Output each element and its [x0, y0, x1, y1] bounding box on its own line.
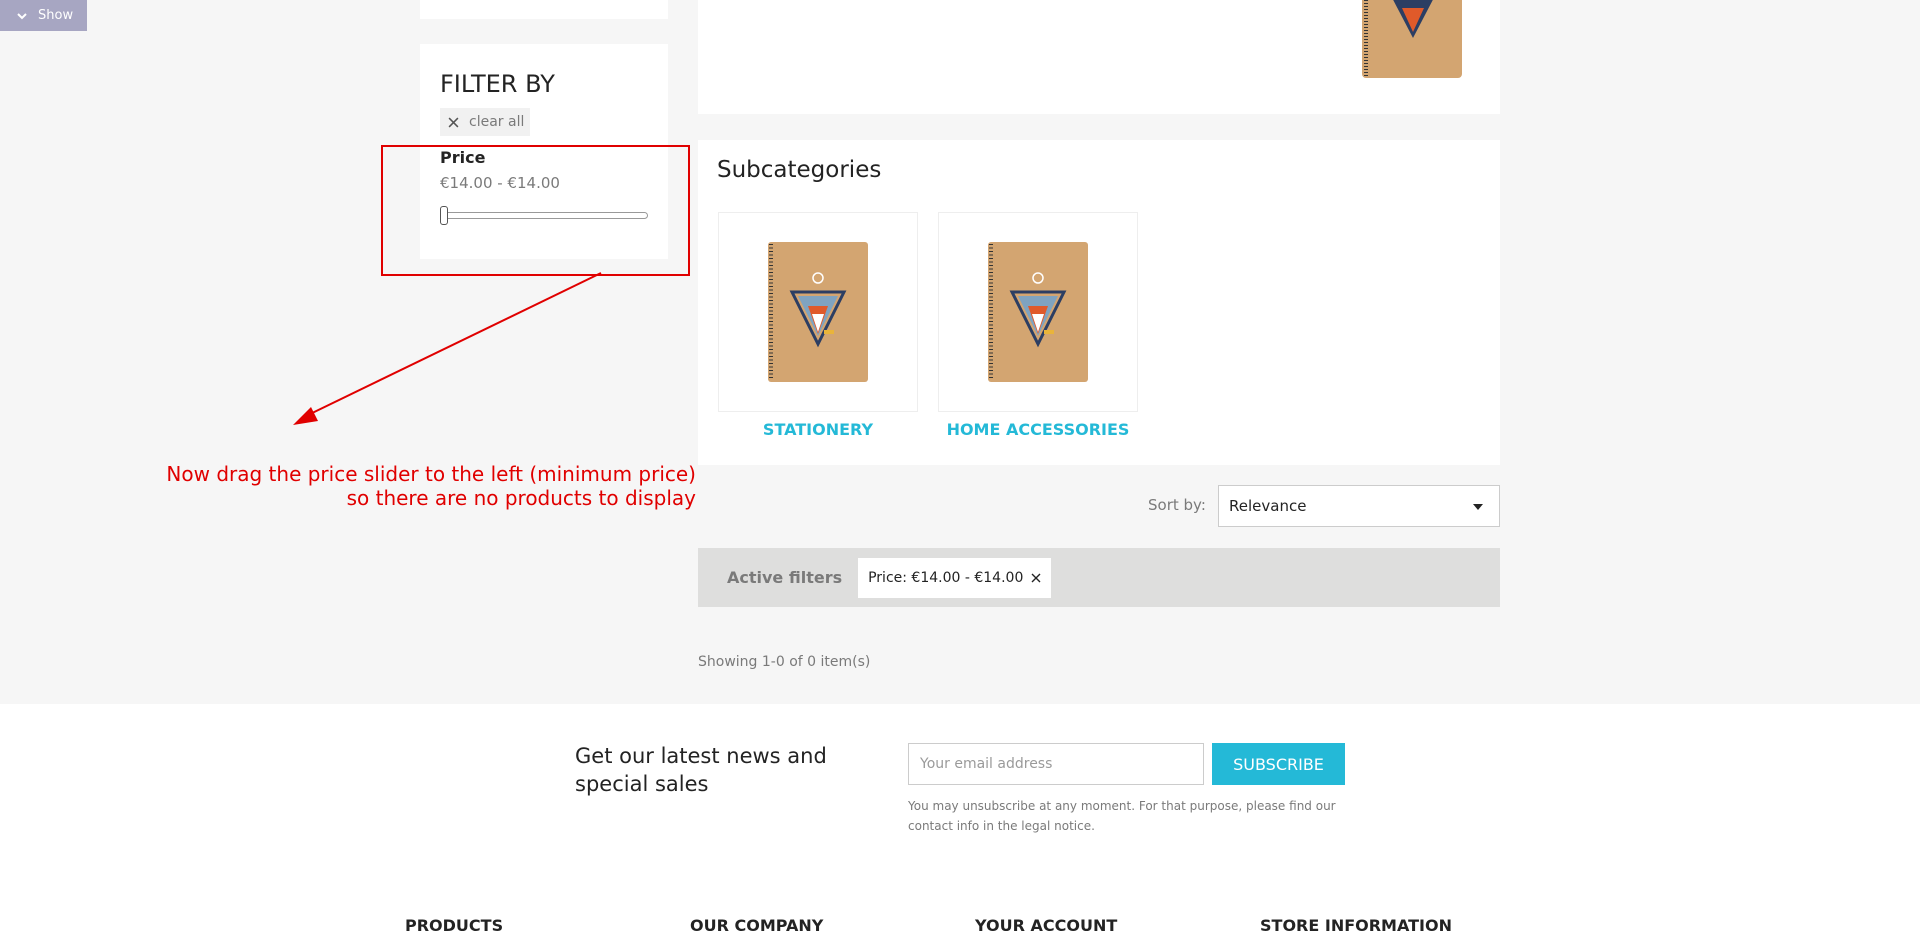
subcategory-link-home-accessories[interactable]: HOME ACCESSORIES: [938, 420, 1138, 439]
footer-heading-store-information[interactable]: STORE INFORMATION: [1260, 916, 1452, 934]
subcategory-card[interactable]: HOME ACCESSORIES: [938, 212, 1138, 439]
sort-selected-value: Relevance: [1229, 497, 1307, 515]
close-icon[interactable]: [1031, 573, 1041, 583]
subcategories-section: Subcategories STATIONERY HOME ACCESSORIE…: [698, 140, 1500, 465]
annotation-text: Now drag the price slider to the left (m…: [140, 462, 696, 510]
annotation-line-1: Now drag the price slider to the left (m…: [166, 462, 696, 486]
category-cover-block: [698, 0, 1500, 114]
footer-heading-products[interactable]: PRODUCTS: [405, 916, 503, 934]
active-filters-bar: Active filters Price: €14.00 - €14.00: [698, 548, 1500, 607]
annotation-line-2: so there are no products to display: [346, 486, 696, 510]
notebook-image: [768, 242, 868, 382]
newsletter-email-input[interactable]: [908, 743, 1204, 785]
footer-heading-your-account[interactable]: YOUR ACCOUNT: [975, 916, 1117, 934]
sort-by-select[interactable]: Relevance: [1218, 485, 1500, 527]
subcategory-card[interactable]: STATIONERY: [718, 212, 918, 439]
caret-down-icon: [1473, 504, 1483, 510]
subscribe-button[interactable]: SUBSCRIBE: [1212, 743, 1345, 785]
newsletter-title: Get our latest news and special sales: [575, 744, 827, 796]
active-filter-chip[interactable]: Price: €14.00 - €14.00: [858, 557, 1052, 598]
footer-heading-our-company[interactable]: OUR COMPANY: [690, 916, 823, 934]
newsletter-note: You may unsubscribe at any moment. For t…: [908, 799, 1336, 833]
subcategory-link-stationery[interactable]: STATIONERY: [718, 420, 918, 439]
subcategory-image-stationery[interactable]: [718, 212, 918, 412]
sort-by-label: Sort by:: [1148, 496, 1206, 514]
results-count: Showing 1-0 of 0 item(s): [698, 654, 871, 670]
active-filters-label: Active filters: [727, 568, 843, 587]
footer: Get our latest news and special sales SU…: [0, 704, 1920, 934]
notebook-image: [988, 242, 1088, 382]
category-cover-image: [1358, 0, 1466, 84]
active-filter-chip-label: Price: €14.00 - €14.00: [868, 569, 1024, 586]
subcategory-image-home-accessories[interactable]: [938, 212, 1138, 412]
subcategories-title: Subcategories: [717, 157, 882, 183]
